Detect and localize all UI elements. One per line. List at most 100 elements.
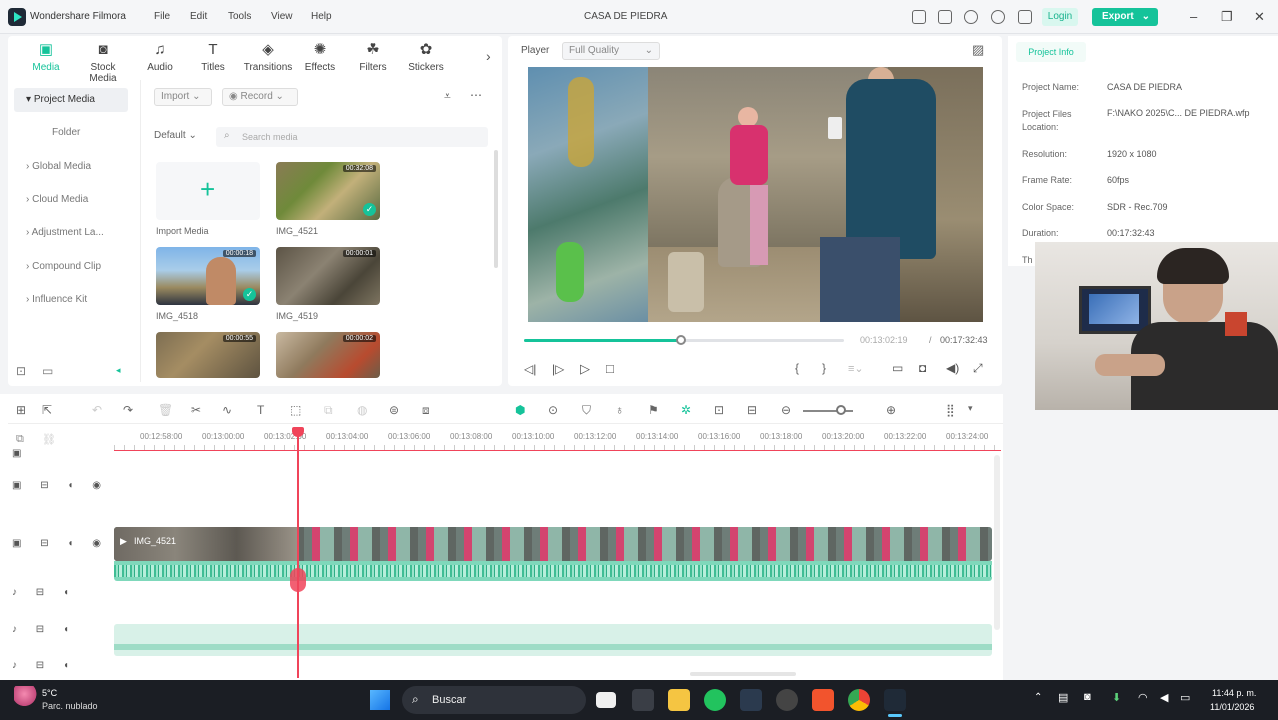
- battery-icon[interactable]: ▭: [1180, 691, 1190, 704]
- zoom-in-icon[interactable]: ⊕: [886, 403, 896, 417]
- collapse-icon[interactable]: ◂: [116, 365, 121, 376]
- sort-dropdown[interactable]: Default ⌄: [154, 127, 204, 145]
- screen-icon[interactable]: [912, 10, 926, 24]
- sidebar-item-project-media[interactable]: ▾ Project Media: [14, 88, 128, 112]
- menu-edit[interactable]: Edit: [190, 11, 207, 22]
- play-icon[interactable]: ▷: [580, 361, 590, 377]
- tab-transitions[interactable]: ◈ Transitions: [240, 42, 296, 74]
- filter-icon[interactable]: ⩡: [444, 89, 451, 104]
- lock-icon[interactable]: ⊟: [40, 538, 48, 549]
- obs-icon[interactable]: [776, 689, 798, 711]
- tab-media[interactable]: ▣ Media: [19, 42, 73, 74]
- stop-icon[interactable]: □: [606, 361, 614, 376]
- next-frame-icon[interactable]: |▷: [552, 362, 564, 376]
- audio-clip[interactable]: [114, 624, 992, 656]
- headset-icon[interactable]: [991, 10, 1005, 24]
- playback-scrubber[interactable]: [675, 335, 686, 345]
- media-thumbnail[interactable]: 00:00:55: [156, 332, 260, 378]
- eye-icon[interactable]: ◉: [92, 480, 101, 491]
- mute-icon[interactable]: ◖: [63, 587, 69, 598]
- pip-icon[interactable]: ⊡: [714, 403, 724, 417]
- select-tool-icon[interactable]: ⇱: [42, 403, 52, 417]
- playhead-marker[interactable]: [290, 568, 306, 592]
- lock-icon[interactable]: ⊟: [36, 587, 44, 598]
- add-track-icon[interactable]: ⧉: [16, 433, 24, 446]
- timeline-hscrollbar[interactable]: [690, 672, 796, 676]
- video-clip[interactable]: ▶ IMG_4521: [114, 527, 992, 561]
- audio-waveform[interactable]: [114, 561, 992, 581]
- volume-icon[interactable]: ◀): [946, 361, 959, 375]
- music-note-icon[interactable]: ♪: [12, 660, 17, 671]
- text-tool-icon[interactable]: T: [257, 403, 264, 417]
- music-note-icon[interactable]: ♪: [12, 587, 17, 598]
- insert-icon[interactable]: ≡⌄: [848, 362, 864, 375]
- tray-app-icon[interactable]: ⬇: [1112, 691, 1121, 704]
- tab-stock-media[interactable]: ◙ Stock Media: [76, 42, 130, 85]
- video-preview[interactable]: [528, 67, 983, 322]
- mark-in-icon[interactable]: {: [795, 361, 799, 375]
- delete-icon[interactable]: 🗑︎: [158, 403, 173, 417]
- undo-icon[interactable]: ↶: [92, 403, 102, 417]
- media-thumbnail[interactable]: 00:00:02: [276, 332, 380, 378]
- chevron-down-icon[interactable]: ▾: [968, 403, 973, 414]
- tab-audio[interactable]: ♫ Audio: [133, 42, 187, 74]
- lock-icon[interactable]: ⊟: [40, 480, 48, 491]
- track-video-icon[interactable]: ▣: [12, 538, 21, 549]
- mark-out-icon[interactable]: }: [822, 361, 826, 375]
- sidebar-item-cloud-media[interactable]: › Cloud Media: [14, 188, 128, 212]
- adjust-icon[interactable]: ⧈: [422, 403, 430, 418]
- sidebar-item-influence-kit[interactable]: › Influence Kit: [14, 288, 128, 312]
- track-video-icon[interactable]: ▣: [12, 448, 21, 459]
- playhead[interactable]: [297, 430, 299, 678]
- display-icon[interactable]: ▭: [892, 361, 903, 375]
- sidebar-item-folder[interactable]: Folder: [14, 121, 128, 145]
- media-thumbnail[interactable]: 00:00:01: [276, 247, 380, 305]
- save-icon[interactable]: [938, 10, 952, 24]
- ai-icon[interactable]: ✲: [681, 403, 691, 417]
- fullscreen-icon[interactable]: ⤢: [973, 361, 983, 376]
- minimize-icon[interactable]: –: [1190, 9, 1197, 24]
- app-pinned-icon[interactable]: [632, 689, 654, 711]
- weather-icon[interactable]: [14, 686, 40, 706]
- lock-icon[interactable]: ⊟: [36, 624, 44, 635]
- music-note-icon[interactable]: ♪: [12, 624, 17, 635]
- mute-icon[interactable]: ◖: [67, 538, 73, 549]
- tab-titles[interactable]: T Titles: [186, 42, 240, 74]
- media-thumbnail[interactable]: 00:00:18 ✓: [156, 247, 260, 305]
- mute-icon[interactable]: ◖: [67, 480, 73, 491]
- new-folder-icon[interactable]: ⊡: [16, 364, 26, 378]
- menu-tools[interactable]: Tools: [228, 11, 251, 22]
- cloud-icon[interactable]: [964, 10, 978, 24]
- previous-frame-icon[interactable]: ◁|: [524, 362, 536, 376]
- tray-expand-icon[interactable]: ⌃: [1034, 692, 1042, 703]
- apps-icon[interactable]: [1018, 10, 1032, 24]
- mute-icon[interactable]: ◖: [63, 624, 69, 635]
- file-explorer-icon[interactable]: [668, 689, 690, 711]
- quality-dropdown[interactable]: Full Quality ⌄: [562, 42, 660, 60]
- tray-app-icon[interactable]: ◙: [1084, 691, 1091, 703]
- menu-help[interactable]: Help: [311, 11, 332, 22]
- crop-icon[interactable]: ⬚: [290, 403, 301, 417]
- wifi-icon[interactable]: ◠: [1138, 691, 1148, 704]
- zoom-slider-knob[interactable]: [836, 405, 846, 415]
- login-button[interactable]: Login: [1042, 8, 1078, 26]
- transform-icon[interactable]: ⧉: [324, 403, 333, 418]
- scissors-icon[interactable]: ✂: [191, 403, 201, 417]
- clock-date[interactable]: 11/01/2026: [1210, 702, 1254, 712]
- link-icon[interactable]: ⛓: [42, 433, 56, 446]
- marker-icon[interactable]: ⚑: [648, 403, 659, 417]
- chrome-icon[interactable]: [848, 689, 870, 711]
- layout-icon[interactable]: ⊞: [16, 403, 26, 417]
- brave-icon[interactable]: [812, 689, 834, 711]
- camera-icon[interactable]: ◘: [919, 361, 926, 375]
- chevron-right-icon[interactable]: ›: [486, 48, 491, 64]
- import-media-tile[interactable]: +: [156, 162, 260, 220]
- filmora-active-icon[interactable]: [884, 689, 906, 711]
- more-icon[interactable]: ⋯: [470, 88, 482, 102]
- menu-view[interactable]: View: [271, 11, 293, 22]
- play-circle-icon[interactable]: ⊙: [548, 403, 558, 417]
- tab-stickers[interactable]: ✿ Stickers: [399, 42, 453, 74]
- tray-app-icon[interactable]: ▤: [1058, 691, 1068, 704]
- track-video-icon[interactable]: ▣: [12, 480, 21, 491]
- mute-icon[interactable]: ◖: [63, 660, 69, 671]
